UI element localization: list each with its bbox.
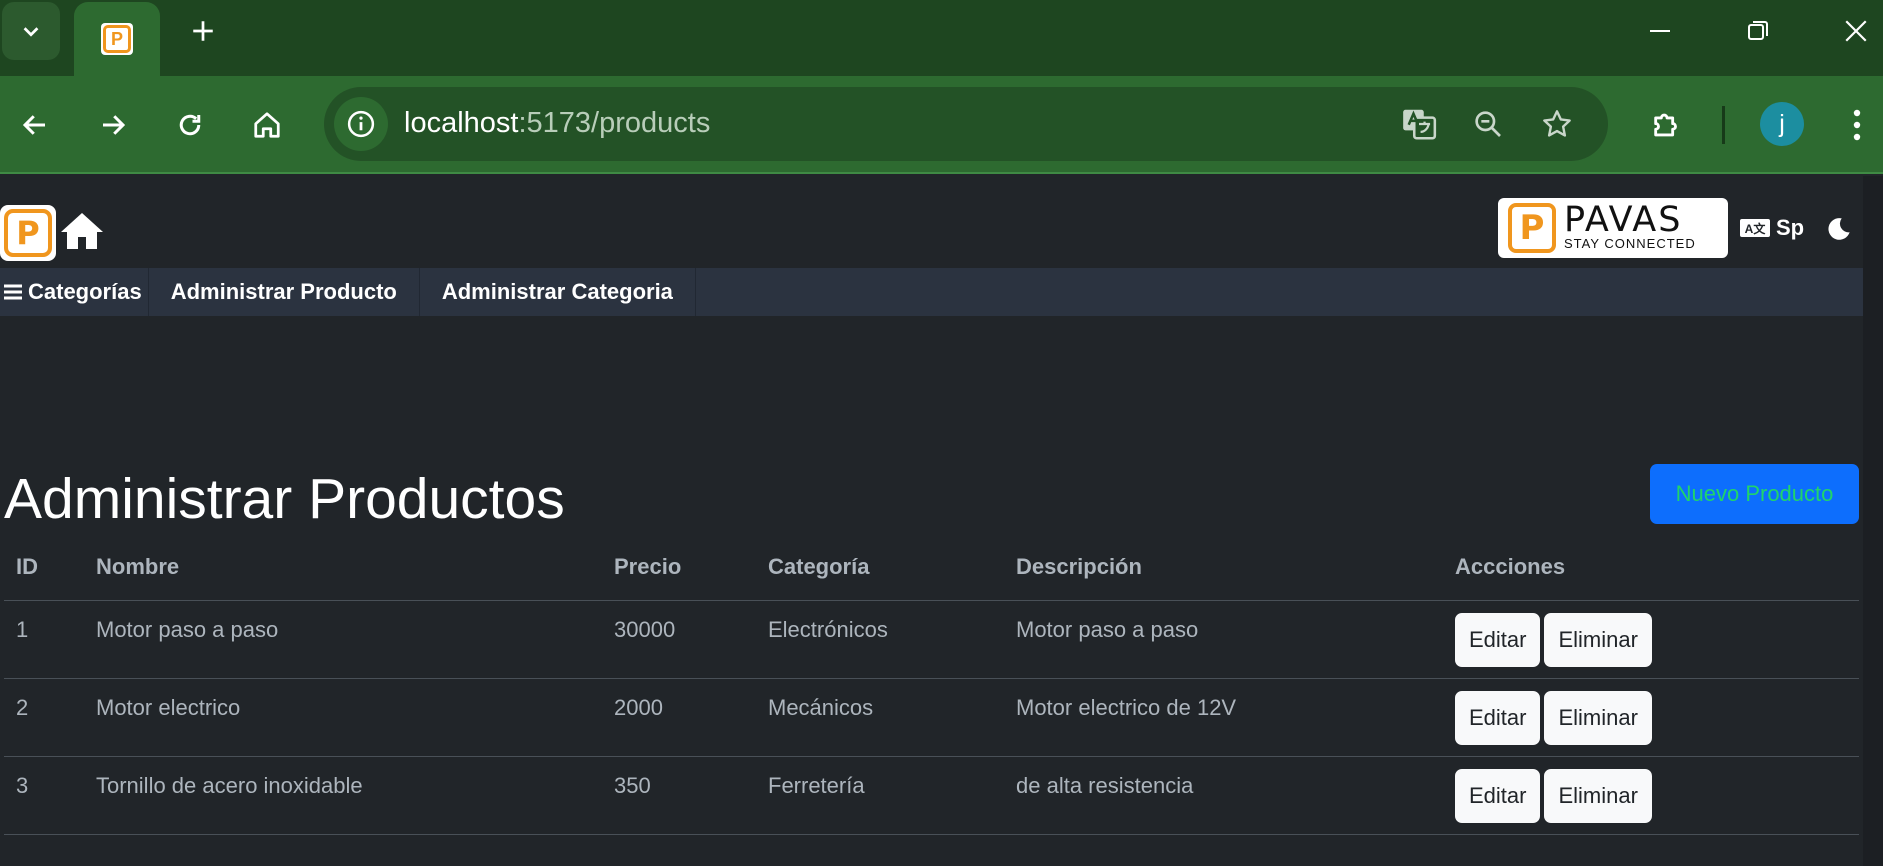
brand-logo-letter: P [4, 209, 52, 257]
products-table: ID Nombre Precio Categoría Descripción A… [4, 534, 1859, 835]
forward-button[interactable] [86, 98, 140, 152]
restore-icon [1748, 21, 1768, 40]
tab-products[interactable]: P [74, 2, 160, 76]
column-header-descripcion: Descripción [1004, 534, 1443, 601]
cell-name: Motor electrico [84, 678, 602, 757]
pavas-logo-name: PAVAS [1564, 200, 1683, 240]
cell-description: de alta resistencia [1004, 756, 1443, 835]
translate-icon [1403, 109, 1437, 140]
zoom-button[interactable] [1465, 101, 1511, 147]
browser-tab-strip: P [0, 0, 1883, 76]
address-bar[interactable]: localhost:5173/products [324, 87, 1608, 161]
table-row: 3 Tornillo de acero inoxidable 350 Ferre… [4, 756, 1859, 835]
table-row: 2 Motor electrico 2000 Mecánicos Motor e… [4, 678, 1859, 757]
bookmark-button[interactable] [1534, 101, 1580, 147]
puzzle-icon [1654, 113, 1677, 137]
column-header-precio: Precio [602, 534, 756, 601]
cell-id: 2 [4, 678, 84, 757]
cell-id: 3 [4, 756, 84, 835]
cell-price: 30000 [602, 600, 756, 679]
column-header-acciones: Accciones [1443, 534, 1859, 601]
tab-search-button[interactable] [2, 2, 60, 60]
cell-actions: Editar Eliminar [1443, 600, 1859, 679]
moon-icon [1828, 218, 1850, 240]
reload-icon [179, 114, 201, 136]
home-outline-icon [254, 112, 280, 138]
kebab-menu-icon [1853, 109, 1861, 141]
theme-toggle[interactable] [1826, 216, 1856, 246]
menu-item-categorias[interactable]: Categorías [0, 268, 149, 316]
site-info-button[interactable] [334, 97, 388, 151]
arrow-left-icon [22, 115, 45, 135]
star-outline-icon [1543, 110, 1571, 137]
minimize-button[interactable] [1630, 8, 1690, 54]
cell-category: Mecánicos [756, 678, 1004, 757]
cell-name: Tornillo de acero inoxidable [84, 756, 602, 835]
column-header-nombre: Nombre [84, 534, 602, 601]
extensions-button[interactable] [1640, 98, 1694, 152]
cell-price: 350 [602, 756, 756, 835]
home-icon [61, 213, 103, 249]
page-scrollbar-track[interactable] [1863, 176, 1883, 866]
cell-name: Motor paso a paso [84, 600, 602, 679]
minimize-icon [1650, 30, 1670, 32]
url-text[interactable]: localhost:5173/products [404, 107, 710, 140]
back-button[interactable] [8, 98, 62, 152]
browser-menu-button[interactable] [1832, 98, 1882, 152]
cell-category: Electrónicos [756, 600, 1004, 679]
close-window-button[interactable] [1826, 8, 1883, 54]
edit-button[interactable]: Editar [1455, 690, 1541, 745]
favicon-letter: P [103, 25, 131, 53]
delete-button[interactable]: Eliminar [1544, 612, 1652, 667]
pavas-logo: P PAVAS STAY CONNECTED [1498, 198, 1728, 258]
menu-item-administrar-producto[interactable]: Administrar Producto [149, 268, 420, 316]
category-menu-bar: Categorías Administrar Producto Administ… [0, 268, 1863, 316]
cell-category: Ferretería [756, 756, 1004, 835]
translate-icon: A文 [1740, 219, 1770, 237]
restore-button[interactable] [1728, 8, 1788, 54]
column-header-categoria: Categoría [756, 534, 1004, 601]
language-label: Sp [1776, 215, 1805, 240]
table-header-row: ID Nombre Precio Categoría Descripción A… [4, 534, 1859, 601]
pavas-logo-tagline: STAY CONNECTED [1564, 236, 1696, 251]
delete-button[interactable]: Eliminar [1544, 690, 1652, 745]
chevron-down-icon [23, 27, 39, 37]
table-row: 1 Motor paso a paso 30000 Electrónicos M… [4, 600, 1859, 679]
new-tab-button[interactable] [180, 8, 226, 54]
tab-favicon: P [101, 23, 133, 55]
hamburger-icon [4, 284, 22, 300]
brand-logo[interactable]: P [0, 205, 56, 261]
info-icon [347, 110, 375, 138]
cell-description: Motor paso a paso [1004, 600, 1443, 679]
language-toggle[interactable]: A文 Sp [1740, 215, 1804, 241]
menu-item-administrar-categoria[interactable]: Administrar Categoria [420, 268, 696, 316]
edit-button[interactable]: Editar [1455, 612, 1541, 667]
plus-icon [193, 21, 213, 41]
page-title: Administrar Productos [4, 467, 565, 531]
arrow-right-icon [103, 115, 126, 135]
menu-item-label: Categorías [28, 279, 142, 304]
profile-avatar[interactable]: j [1760, 102, 1804, 146]
cell-id: 1 [4, 600, 84, 679]
new-product-button[interactable]: Nuevo Producto [1650, 464, 1859, 524]
toolbar-divider [1722, 106, 1725, 144]
cell-actions: Editar Eliminar [1443, 756, 1859, 835]
zoom-out-icon [1475, 111, 1501, 137]
translate-button[interactable] [1396, 101, 1442, 147]
cell-price: 2000 [602, 678, 756, 757]
url-path: :5173/products [518, 107, 711, 139]
home-link[interactable] [58, 207, 106, 255]
page-content: P P PAVAS STAY CONNECTED A文 Sp Categoría… [0, 176, 1883, 866]
delete-button[interactable]: Eliminar [1544, 768, 1652, 823]
browser-toolbar: localhost:5173/products j [0, 76, 1883, 174]
pavas-logo-mark: P [1508, 203, 1556, 253]
cell-description: Motor electrico de 12V [1004, 678, 1443, 757]
home-button[interactable] [240, 98, 294, 152]
cell-actions: Editar Eliminar [1443, 678, 1859, 757]
close-icon [1845, 20, 1867, 42]
edit-button[interactable]: Editar [1455, 768, 1541, 823]
column-header-id: ID [4, 534, 84, 601]
reload-button[interactable] [163, 98, 217, 152]
url-host: localhost [404, 107, 519, 139]
